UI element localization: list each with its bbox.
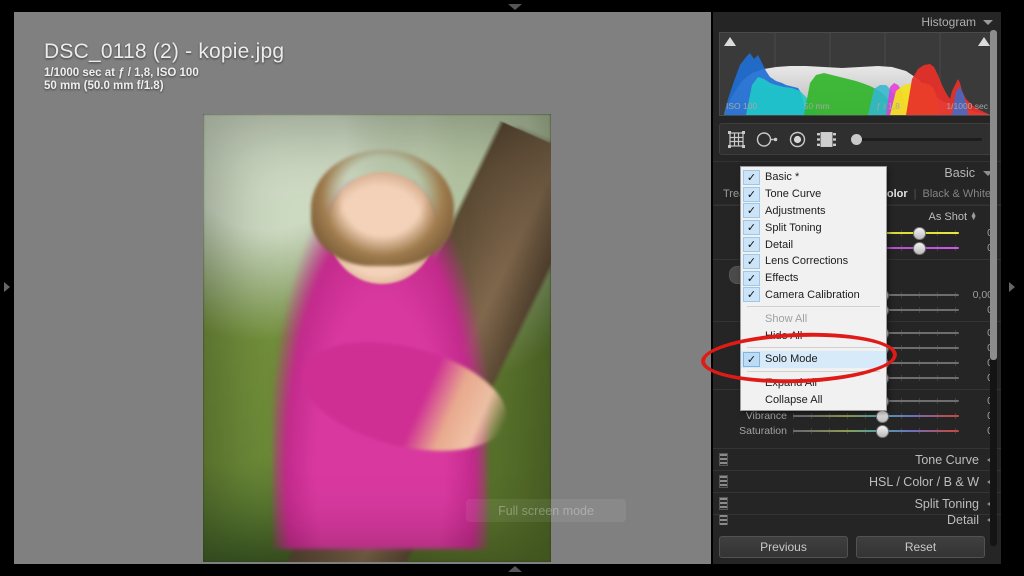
- menu-item-label: Basic *: [765, 171, 800, 184]
- menu-item-lens-corrections[interactable]: ✓ Lens Corrections: [741, 253, 886, 270]
- slider-value: 0: [959, 304, 993, 316]
- spot-removal-icon[interactable]: [756, 131, 778, 148]
- menu-item-camera-calibration[interactable]: ✓ Camera Calibration: [741, 287, 886, 304]
- exif-shutter-speed: 1/1000 sec: [946, 101, 988, 111]
- check-icon: ✓: [743, 237, 760, 253]
- histogram-title: Histogram: [921, 15, 976, 29]
- panel-switch-icon[interactable]: [719, 475, 728, 488]
- wb-preset-selector[interactable]: As Shot ▲ ▼: [929, 211, 977, 223]
- histogram-exif-row: ISO 100 50 mm ƒ / 1,8 1/1000 sec: [720, 101, 994, 113]
- photo-lens-info: 50 mm (50.0 mm f/1.8): [44, 80, 164, 92]
- menu-item-label: Show All: [765, 312, 808, 325]
- menu-item-show-all[interactable]: Show All: [741, 310, 886, 327]
- updown-chevron-icon[interactable]: ▲ ▼: [970, 211, 977, 222]
- highlight-clipping-icon[interactable]: [978, 37, 990, 46]
- filmstrip-toggle-icon[interactable]: [508, 566, 522, 572]
- menu-item-label: Split Toning: [765, 221, 822, 234]
- reset-button[interactable]: Reset: [856, 536, 985, 558]
- check-icon: ✓: [743, 287, 760, 303]
- photo-preview[interactable]: [203, 114, 551, 562]
- slider-value: 0: [959, 327, 993, 339]
- check-icon: ✓: [743, 253, 760, 269]
- photo-vignette: [203, 114, 551, 562]
- tool-strip[interactable]: [719, 123, 995, 155]
- slider-value: 0: [959, 357, 993, 369]
- panel-split-toning[interactable]: Split Toning: [713, 492, 1001, 514]
- panel-switch-icon[interactable]: [719, 497, 728, 510]
- red-eye-icon[interactable]: [789, 131, 806, 148]
- menu-item-detail[interactable]: ✓ Detail: [741, 236, 886, 253]
- menu-item-label: Adjustments: [765, 204, 826, 217]
- menu-item-label: Effects: [765, 272, 799, 285]
- photo-exposure-info: 1/1000 sec at ƒ / 1,8, ISO 100: [44, 67, 199, 79]
- slider-value: 0: [959, 395, 993, 407]
- menu-item-label: Collapse All: [765, 393, 823, 406]
- right-panel-toggle-icon[interactable]: [1009, 282, 1015, 292]
- histogram-header[interactable]: Histogram: [713, 12, 1001, 32]
- left-panel-toggle-icon[interactable]: [4, 282, 10, 292]
- photo-info-overlay: DSC_0118 (2) - kopie.jpg 1/1000 sec at ƒ…: [44, 40, 284, 92]
- slider-value: 0,00: [972, 288, 993, 301]
- check-placeholder-icon: [743, 392, 760, 407]
- panel-label: HSL / Color / B & W: [869, 474, 979, 489]
- image-canvas[interactable]: DSC_0118 (2) - kopie.jpg 1/1000 sec at ƒ…: [14, 12, 711, 564]
- wb-preset-label: As Shot: [928, 211, 968, 223]
- panel-label: Split Toning: [914, 496, 979, 511]
- histogram-graph[interactable]: ISO 100 50 mm ƒ / 1,8 1/1000 sec: [719, 32, 995, 116]
- chevron-down-icon[interactable]: [983, 19, 993, 25]
- check-icon: ✓: [743, 220, 760, 236]
- slider-value: 0: [959, 372, 993, 384]
- exif-iso: ISO 100: [726, 101, 758, 111]
- slider-saturation[interactable]: Saturation 0: [713, 423, 1001, 438]
- check-placeholder-icon: [743, 311, 760, 326]
- check-icon: ✓: [743, 270, 760, 286]
- collapsed-panel-list: Tone Curve HSL / Color / B & W Split Ton…: [713, 448, 1001, 525]
- panel-hsl-color-bw[interactable]: HSL / Color / B & W: [713, 470, 1001, 492]
- right-panel-scrollbar[interactable]: [990, 30, 997, 546]
- basic-panel-title: Basic: [944, 166, 975, 180]
- previous-button[interactable]: Previous: [719, 536, 848, 558]
- menu-item-basic[interactable]: ✓ Basic *: [741, 169, 886, 186]
- check-icon: ✓: [743, 169, 760, 185]
- exif-aperture: ƒ / 1,8: [876, 101, 900, 111]
- graduated-filter-icon[interactable]: [817, 131, 836, 148]
- treatment-bw-option[interactable]: Black & White: [923, 188, 991, 200]
- panel-switch-icon[interactable]: [719, 453, 728, 466]
- menu-item-label: Detail: [765, 238, 794, 251]
- slider-value: 0: [959, 342, 993, 354]
- fullscreen-mode-tooltip: Full screen mode: [466, 499, 626, 522]
- crop-overlay-icon[interactable]: [728, 130, 745, 148]
- panel-switch-icon[interactable]: [719, 515, 728, 525]
- check-icon: ✓: [743, 186, 760, 202]
- menu-item-label: Tone Curve: [765, 188, 822, 201]
- menu-item-effects[interactable]: ✓ Effects: [741, 270, 886, 287]
- menu-item-split-toning[interactable]: ✓ Split Toning: [741, 219, 886, 236]
- panel-tone-curve[interactable]: Tone Curve: [713, 448, 1001, 470]
- slider-value: 0: [959, 242, 993, 254]
- menu-separator: [747, 306, 880, 308]
- panel-label: Detail: [947, 514, 979, 525]
- menu-item-collapse-all[interactable]: Collapse All: [741, 392, 886, 409]
- slider-value: 0: [959, 425, 993, 437]
- treatment-separator: |: [913, 188, 917, 200]
- photo-filename: DSC_0118 (2) - kopie.jpg: [44, 40, 285, 63]
- menu-item-adjustments[interactable]: ✓ Adjustments: [741, 203, 886, 220]
- slider-value: 0: [959, 227, 993, 239]
- slider-value: 0: [959, 410, 993, 422]
- shadow-clipping-icon[interactable]: [724, 37, 736, 46]
- panel-footer-buttons: Previous Reset: [719, 536, 985, 558]
- panel-detail[interactable]: Detail: [713, 514, 1001, 525]
- scrollbar-thumb[interactable]: [990, 30, 997, 360]
- lightroom-develop-window: DSC_0118 (2) - kopie.jpg 1/1000 sec at ƒ…: [0, 0, 1024, 576]
- tool-size-slider[interactable]: [851, 133, 982, 145]
- top-panel-toggle-icon[interactable]: [508, 4, 522, 10]
- exif-focal-length: 50 mm: [803, 101, 830, 111]
- panel-label: Tone Curve: [915, 452, 979, 467]
- check-icon: ✓: [743, 203, 760, 219]
- menu-item-label: Camera Calibration: [765, 288, 860, 301]
- slider-label: Saturation: [739, 424, 787, 437]
- menu-item-tone-curve[interactable]: ✓ Tone Curve: [741, 186, 886, 203]
- menu-item-label: Lens Corrections: [765, 255, 849, 268]
